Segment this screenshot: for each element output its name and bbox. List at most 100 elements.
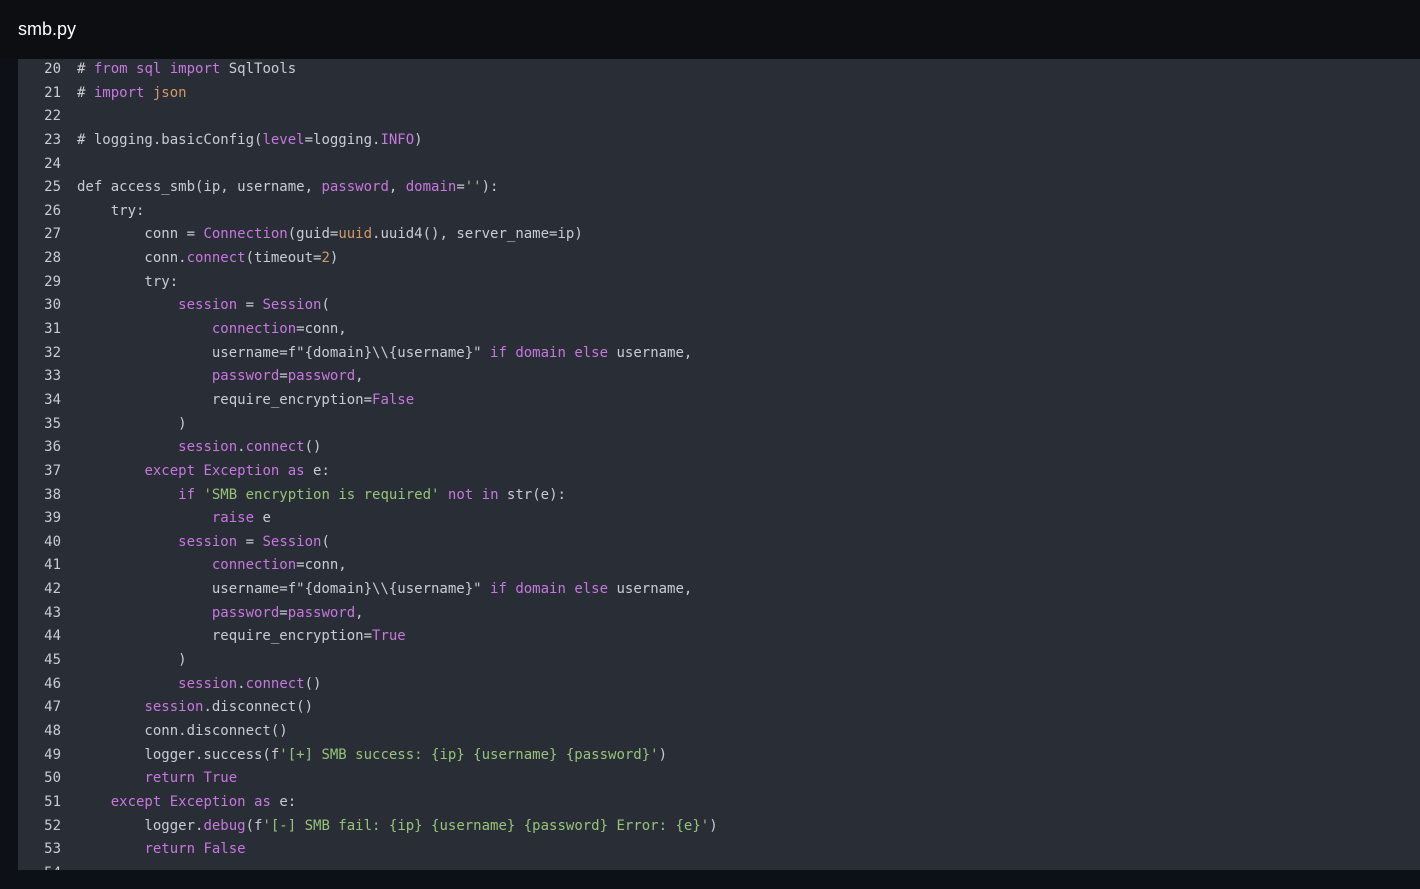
code-token: =logging. [304, 131, 381, 148]
code-token: False [203, 841, 246, 858]
line-number: 35 [44, 415, 61, 432]
code-token: session [178, 675, 238, 692]
code-token: ) [329, 250, 339, 267]
code-line: 45 ) [18, 649, 1420, 673]
code-text: def access_smb(ip, username, password, d… [77, 176, 498, 200]
code-token: = [237, 533, 263, 550]
code-token: return [144, 770, 196, 787]
code-token: connect [245, 439, 305, 456]
code-line: 27 conn = Connection(guid=uuid.uuid4(), … [18, 223, 1420, 247]
code-token: connect [186, 250, 246, 267]
code-token: username=f"{domain}\\{username}" [77, 581, 491, 598]
code-token: () [304, 439, 322, 456]
code-line: 20 # from sql import SqlTools [18, 59, 1420, 82]
code-text: raise e [77, 507, 271, 531]
line-number: 33 [44, 368, 61, 385]
line-number: 51 [44, 793, 61, 810]
code-text: password=password, [77, 602, 364, 626]
code-token: conn. [77, 250, 187, 267]
code-token: (guid= [287, 226, 339, 243]
code-token: as [287, 462, 305, 479]
code-token: Exception [169, 793, 246, 810]
code-token: connection [211, 557, 297, 574]
code-token: INFO [380, 131, 415, 148]
code-line: 33 password=password, [18, 365, 1420, 389]
code-token: uuid [338, 226, 373, 243]
code-token: 2 [321, 250, 330, 267]
file-title: smb.py [18, 19, 77, 39]
code-token: '[-] SMB fail: {ip} {username} {password… [262, 817, 710, 834]
code-token: =conn, [296, 321, 347, 338]
code-token: Session [262, 297, 322, 314]
code-token: import [93, 84, 145, 101]
code-token: ) [658, 746, 668, 763]
code-token: Connection [203, 226, 288, 243]
code-token: ) [77, 415, 187, 432]
code-line: 49 logger.success(f'[+] SMB success: {ip… [18, 744, 1420, 768]
code-token: logger. [77, 817, 204, 834]
code-token: , [388, 179, 406, 196]
line-number: 25 [44, 179, 61, 196]
code-token: # logging.basicConfig( [77, 131, 263, 148]
code-token: session [178, 533, 238, 550]
code-token: not [447, 486, 474, 503]
line-number: 44 [44, 628, 61, 645]
code-token: '' [464, 179, 482, 196]
code-line: 28 conn.connect(timeout=2) [18, 247, 1420, 271]
code-line: 31 connection=conn, [18, 318, 1420, 342]
code-token: if [490, 581, 507, 598]
line-number: 43 [44, 604, 61, 621]
code-token: . [237, 675, 246, 692]
code-token: .uuid4(), server_name=ip) [372, 226, 583, 243]
code-line: 22 [18, 105, 1420, 129]
code-lines: 20 # from sql import SqlTools 21 # import j… [18, 59, 1420, 870]
code-line: 21 # import json [18, 82, 1420, 106]
line-number: 29 [44, 273, 61, 290]
code-line: 30 session = Session( [18, 294, 1420, 318]
code-line: 37 except Exception as e: [18, 460, 1420, 484]
code-token: except [110, 793, 162, 810]
code-token: session [144, 699, 204, 716]
code-token: username, [608, 581, 693, 598]
code-token: ) [77, 652, 187, 669]
code-token: domain [405, 179, 457, 196]
code-token: require_encryption= [77, 628, 373, 645]
line-number: 53 [44, 841, 61, 858]
code-text: conn.connect(timeout=2) [77, 247, 338, 271]
code-token: Session [262, 533, 322, 550]
line-number: 40 [44, 533, 61, 550]
code-token: session [178, 297, 238, 314]
code-line: 48 conn.disconnect() [18, 720, 1420, 744]
code-text: except Exception as e: [77, 460, 330, 484]
code-token: connection [211, 321, 297, 338]
code-token: # [77, 61, 94, 77]
code-token: =conn, [296, 557, 347, 574]
code-token: Exception [203, 462, 280, 479]
code-line: 52 logger.debug(f'[-] SMB fail: {ip} {us… [18, 815, 1420, 839]
code-token: e: [304, 462, 330, 479]
line-number: 36 [44, 439, 61, 456]
code-token: ) [709, 817, 718, 834]
code-token: connect [245, 675, 305, 692]
code-token: , [355, 604, 364, 621]
code-text: except Exception as e: [77, 791, 296, 815]
code-token: conn = [77, 226, 204, 243]
code-line: 46 session.connect() [18, 673, 1420, 697]
code-line: 41 connection=conn, [18, 554, 1420, 578]
line-number: 23 [44, 131, 61, 148]
code-line: 23 # logging.basicConfig(level=logging.IN… [18, 129, 1420, 153]
code-line: 53 return False [18, 838, 1420, 862]
code-token: password [211, 368, 280, 385]
code-token: 'SMB encryption is required' [203, 486, 440, 503]
line-number: 22 [44, 108, 61, 125]
line-number: 38 [44, 486, 61, 503]
code-token: try: [77, 202, 145, 219]
code-token: (f [245, 817, 263, 834]
code-line: 51 except Exception as e: [18, 791, 1420, 815]
code-panel[interactable]: 20 # from sql import SqlTools 21 # import j… [18, 59, 1420, 870]
code-token: password [321, 179, 389, 196]
line-number: 50 [44, 770, 61, 787]
